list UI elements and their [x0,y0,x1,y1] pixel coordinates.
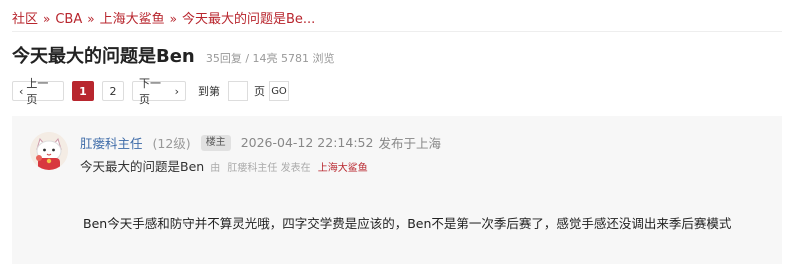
post-origin: 由 肛瘘科主任 发表在 上海大鲨鱼 [210,159,368,174]
next-page-label: 下一页 [139,77,161,106]
go-button[interactable]: GO [269,81,289,101]
chevron-right-icon: › [174,84,179,98]
thread-title: 今天最大的问题是Ben [12,46,195,67]
origin-posted-in: 发表在 [280,163,311,174]
breadcrumb-cba[interactable]: CBA [55,12,82,27]
post-time: 2026-04-12 22:14:52 [240,135,374,150]
origin-by: 由 [210,163,221,174]
prev-page-button[interactable]: ‹ 上一页 [12,77,64,106]
breadcrumb-community[interactable]: 社区 [12,12,38,27]
breadcrumb-separator: » [43,12,51,26]
breadcrumb-current-thread[interactable]: 今天最大的问题是Be... [182,12,315,27]
origin-board-link[interactable]: 上海大鲨鱼 [318,163,368,174]
breadcrumb: 社区 » CBA » 上海大鲨鱼 » 今天最大的问题是Be... [12,8,315,27]
avatar[interactable] [30,132,68,170]
breadcrumb-separator: » [169,12,177,26]
divider [12,31,782,32]
origin-author[interactable]: 肛瘘科主任 [227,163,277,174]
post-subtitle: 今天最大的问题是Ben [80,159,205,174]
breadcrumb-shanghai-sharks[interactable]: 上海大鲨鱼 [100,12,165,27]
next-page-button[interactable]: 下一页 › [132,77,186,106]
goto-page-input[interactable] [228,81,248,101]
page-2-button[interactable]: 2 [102,81,124,101]
prev-page-label: 上一页 [26,77,49,106]
thread-stats: 35回复 / 14亮 5781 浏览 [205,52,335,65]
thread-header: 今天最大的问题是Ben 35回复 / 14亮 5781 浏览 [12,42,335,68]
page-1-button[interactable]: 1 [72,81,94,101]
goto-label: 到第 [198,85,220,98]
post-subtitle-row: 今天最大的问题是Ben 由 肛瘘科主任 发表在 上海大鲨鱼 [80,156,368,175]
lucky-cat-avatar-icon [30,132,68,170]
page-unit-label: 页 [254,85,265,98]
author-username[interactable]: 肛瘘科主任 [80,133,143,152]
post-content: Ben今天手感和防守并不算灵光哦，四字交学费是应该的，Ben不是第一次季后赛了，… [83,216,732,231]
pagination: ‹ 上一页 1 2 下一页 › 到第 页 GO [12,77,289,106]
breadcrumb-separator: » [87,12,95,26]
op-badge: 楼主 [200,134,231,151]
post-meta: 肛瘘科主任 (12级) 楼主 2026-04-12 22:14:52 发布于上海 [80,133,441,152]
author-level: (12级) [152,136,191,151]
chevron-left-icon: ‹ [19,84,24,98]
post-location: 发布于上海 [378,136,441,151]
post-card: 肛瘘科主任 (12级) 楼主 2026-04-12 22:14:52 发布于上海… [12,116,782,264]
